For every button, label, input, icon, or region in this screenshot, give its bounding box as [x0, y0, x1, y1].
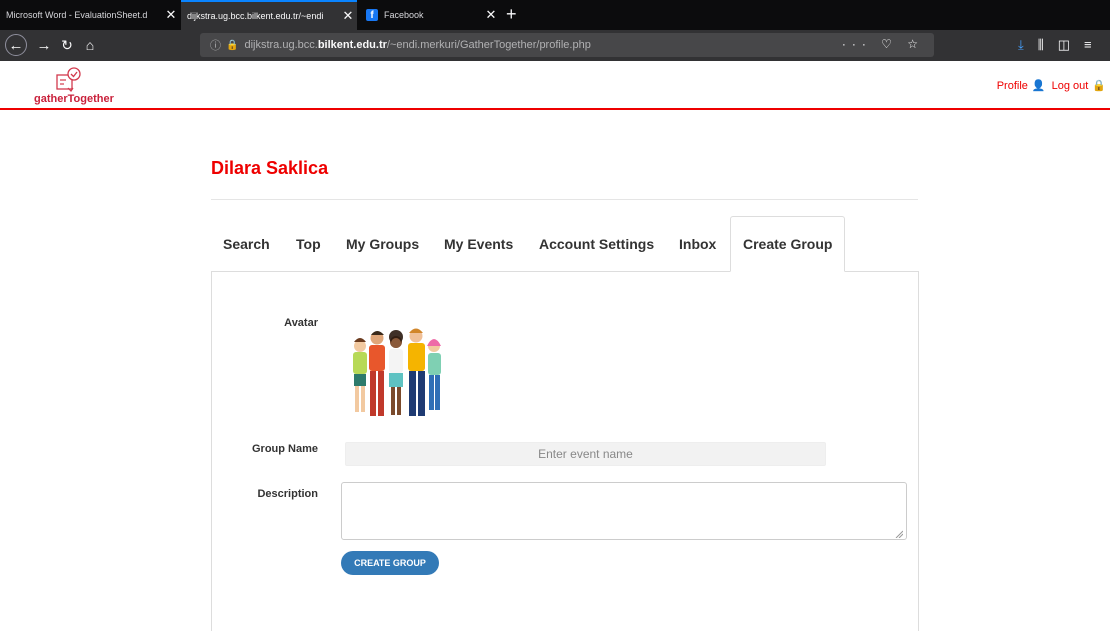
library-icon[interactable]: ⫼ — [1038, 37, 1044, 53]
download-icon[interactable]: ⤓ — [1018, 37, 1024, 53]
header-links: Profile 👤 Log out 🔒 — [996, 79, 1106, 93]
url-prefix: dijkstra.ug.bcc. — [244, 39, 318, 51]
home-icon[interactable]: ⌂ — [80, 35, 100, 55]
browser-tab-bar: Microsoft Word - EvaluationSheet.d ✕ dij… — [0, 0, 1110, 30]
insecure-lock-icon[interactable]: 🔒 — [226, 40, 238, 51]
tab-my-groups[interactable]: My Groups — [346, 216, 419, 272]
tab-title: dijkstra.ug.bcc.bilkent.edu.tr/~endi — [187, 11, 324, 21]
tab-title: Microsoft Word - EvaluationSheet.d — [6, 10, 148, 20]
tab-create-group[interactable]: Create Group — [730, 216, 846, 272]
url-bar[interactable]: ⓘ 🔒 dijkstra.ug.bcc. bilkent.edu.tr/~endi… — [200, 33, 934, 57]
page-title: Dilara Saklica — [211, 158, 329, 178]
group-name-input[interactable] — [345, 442, 826, 466]
back-icon[interactable]: ← — [5, 34, 27, 56]
toolbar-icons: ⤓ ⫼ ◫ ≡ — [1018, 37, 1092, 53]
reload-icon[interactable]: ↻ — [57, 35, 77, 55]
close-tab-icon[interactable]: ✕ — [162, 7, 180, 23]
group-name-label: Group Name — [251, 443, 318, 455]
facebook-icon: f — [366, 9, 378, 21]
browser-tab-dijkstra[interactable]: dijkstra.ug.bcc.bilkent.edu.tr/~endi ✕ — [181, 0, 357, 30]
url-host: bilkent.edu.tr — [317, 39, 387, 51]
divider — [211, 199, 918, 200]
browser-tab-word[interactable]: Microsoft Word - EvaluationSheet.d ✕ — [0, 0, 180, 30]
close-tab-icon[interactable]: ✕ — [482, 7, 500, 23]
browser-nav-bar: ← → ↻ ⌂ ⓘ 🔒 dijkstra.ug.bcc. bilkent.edu.… — [0, 30, 1110, 61]
avatar-label: Avatar — [284, 317, 318, 329]
tab-title: Facebook — [384, 10, 424, 20]
user-icon: 👤 — [1031, 80, 1046, 92]
close-tab-icon[interactable]: ✕ — [339, 8, 357, 24]
forward-icon[interactable]: → — [34, 35, 54, 55]
menu-icon[interactable]: ≡ — [1084, 37, 1092, 53]
tab-my-events[interactable]: My Events — [444, 216, 513, 272]
logo-text[interactable]: gatherTogether — [34, 93, 114, 105]
group-avatar-image[interactable] — [340, 320, 450, 424]
new-tab-icon[interactable]: + — [506, 4, 517, 25]
profile-tabs: Search Top My Groups My Events Account S… — [211, 216, 918, 272]
resize-handle-icon[interactable] — [895, 530, 903, 538]
profile-link-label: Profile — [996, 79, 1028, 92]
create-group-button[interactable]: CREATE GROUP — [341, 551, 439, 575]
logo-icon[interactable] — [54, 66, 84, 94]
description-label: Description — [257, 488, 318, 500]
tab-account-settings[interactable]: Account Settings — [539, 216, 654, 272]
url-path: /~endi.merkuri/GatherTogether/profile.ph… — [386, 39, 591, 51]
sidebar-icon[interactable]: ◫ — [1058, 37, 1070, 53]
browser-tab-facebook[interactable]: f Facebook ✕ — [358, 0, 500, 30]
tab-top[interactable]: Top — [296, 216, 321, 272]
tab-inbox[interactable]: Inbox — [679, 216, 716, 272]
lock-icon: 🔒 — [1092, 80, 1106, 92]
logout-link-label: Log out — [1051, 79, 1089, 92]
info-icon[interactable]: ⓘ — [210, 37, 221, 53]
profile-link[interactable]: Profile 👤 — [996, 79, 1046, 93]
tab-search[interactable]: Search — [223, 216, 270, 272]
logout-link[interactable]: Log out 🔒 — [1051, 79, 1106, 93]
page-actions-icons[interactable]: ··· ♡ ☆ — [842, 37, 924, 51]
site-header: gatherTogether Profile 👤 Log out 🔒 — [0, 61, 1110, 110]
description-textarea[interactable] — [341, 482, 907, 540]
